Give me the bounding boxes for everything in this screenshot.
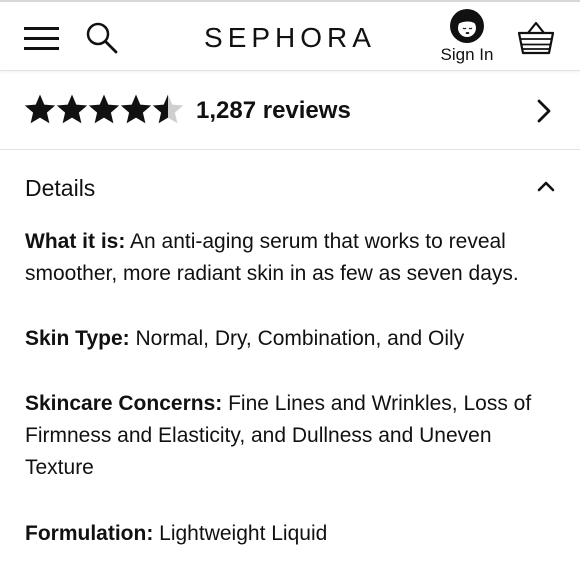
shopping-basket-icon[interactable] — [516, 18, 556, 58]
detail-what-it-is: What it is: An anti-aging serum that wor… — [25, 226, 555, 290]
reviews-summary-row[interactable]: 1,287 reviews — [0, 71, 580, 150]
detail-label: What it is: — [25, 230, 126, 253]
user-avatar-icon — [449, 8, 485, 44]
details-section-header[interactable]: Details — [0, 150, 580, 222]
chevron-right-icon[interactable] — [534, 97, 554, 125]
hamburger-menu-icon[interactable] — [24, 21, 60, 53]
review-count: 1,287 reviews — [196, 97, 351, 124]
star-icon — [24, 94, 56, 124]
details-title: Details — [25, 175, 96, 201]
detail-label: Skin Type: — [25, 327, 130, 350]
sign-in-label: Sign In — [440, 45, 494, 64]
star-icon — [152, 94, 184, 124]
detail-value: Lightweight Liquid — [153, 522, 328, 545]
detail-label: Formulation: — [25, 522, 154, 545]
sign-in-button[interactable]: Sign In — [436, 8, 498, 68]
search-icon[interactable] — [84, 20, 120, 56]
detail-skincare-concerns: Skincare Concerns: Fine Lines and Wrinkl… — [25, 388, 555, 484]
detail-formulation: Formulation: Lightweight Liquid — [25, 518, 555, 550]
detail-label: Skincare Concerns: — [25, 392, 223, 415]
star-icon — [88, 94, 120, 124]
star-icon — [120, 94, 152, 124]
star-icon — [56, 94, 88, 124]
detail-skin-type: Skin Type: Normal, Dry, Combination, and… — [25, 323, 555, 355]
detail-value: Normal, Dry, Combination, and Oily — [129, 327, 465, 350]
site-header: SEPHORA Sign In — [0, 2, 580, 71]
chevron-up-icon[interactable] — [536, 178, 556, 194]
star-rating — [24, 93, 184, 127]
